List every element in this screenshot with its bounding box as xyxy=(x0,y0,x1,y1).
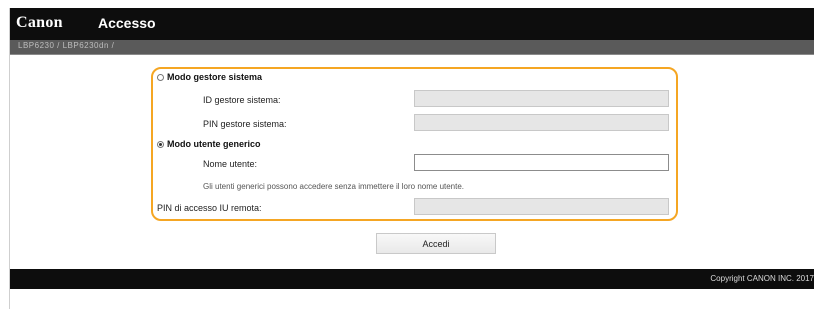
system-manager-id-field[interactable] xyxy=(414,90,669,107)
footer-bar: Copyright CANON INC. 2017 xyxy=(10,269,814,289)
breadcrumb-bar: LBP6230 / LBP6230dn / xyxy=(10,40,814,55)
general-user-mode-label: Modo utente generico xyxy=(167,139,261,149)
copyright-text: Copyright CANON INC. 2017 xyxy=(710,274,814,283)
login-form-area: Modo gestore sistema ID gestore sistema:… xyxy=(10,55,814,268)
system-manager-mode-radio[interactable] xyxy=(157,74,164,81)
breadcrumb: LBP6230 / LBP6230dn / xyxy=(18,41,115,50)
login-button[interactable]: Accedi xyxy=(376,233,496,254)
username-label: Nome utente: xyxy=(203,159,258,169)
login-page: Canon Accesso LBP6230 / LBP6230dn / Modo… xyxy=(0,0,814,309)
remote-ui-pin-field[interactable] xyxy=(414,198,669,215)
remote-ui-pin-label: PIN di accesso IU remota: xyxy=(157,203,262,213)
page-title: Accesso xyxy=(98,15,156,31)
system-manager-pin-label: PIN gestore sistema: xyxy=(203,119,287,129)
top-header-bar: Canon Accesso xyxy=(10,8,814,40)
system-manager-id-label: ID gestore sistema: xyxy=(203,95,281,105)
general-user-hint: Gli utenti generici possono accedere sen… xyxy=(203,182,465,191)
general-user-mode-radio[interactable] xyxy=(157,141,164,148)
system-manager-mode-label: Modo gestore sistema xyxy=(167,72,263,82)
username-input[interactable] xyxy=(414,154,669,171)
system-manager-pin-field[interactable] xyxy=(414,114,669,131)
canon-logo: Canon xyxy=(16,14,63,31)
